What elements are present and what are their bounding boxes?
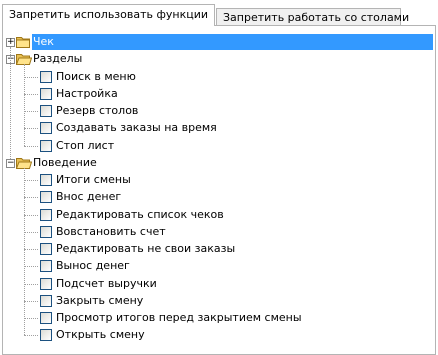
tree-item-label: Создавать заказы на время [56,121,217,135]
tree-item-label: Просмотр итогов перед закрытием смены [56,311,302,324]
tree-item[interactable]: Настройка [3,86,433,103]
tree-connector [24,93,38,95]
tree-item-label: Вынос денег [56,259,130,273]
tree-item[interactable]: Поиск в меню [3,69,433,86]
checkbox[interactable] [40,312,52,324]
checkbox[interactable] [40,329,52,342]
tree-connector [24,249,38,250]
tree-node-label: Поведение [33,155,97,169]
tree-item[interactable]: Подсчет выручки [3,276,433,293]
tree-connector [24,64,25,146]
checkbox[interactable] [40,243,52,255]
tree-item[interactable]: Резерв столов [3,103,433,120]
tree-node-2[interactable]: − Поведение [3,155,433,172]
tab-strip: Запретить использовать функции Запретить… [0,0,438,26]
tree-connector [24,128,38,130]
tree-connector [10,47,11,159]
tree-item[interactable]: Итоги смены [3,172,433,189]
tree-item-label: Настройка [56,86,118,100]
tree-connector [24,318,38,319]
tree-connector [24,145,38,147]
tree-item-label: Редактировать не свои заказы [56,242,236,255]
folder-icon [16,36,32,48]
tree-connector [24,231,38,233]
checkbox[interactable] [40,70,52,83]
tree-connector [24,300,38,302]
tree-item-label: Вовстановить счет [56,224,166,238]
tree-item-label: Резерв столов [56,104,139,117]
tab-disable-tables[interactable]: Запретить работать со столами [216,8,409,26]
tree-node-1[interactable]: − Разделы [3,51,433,68]
checkbox[interactable] [40,191,52,204]
tree-connector [24,111,38,112]
checkbox[interactable] [40,87,52,100]
tree-item-label: Стоп лист [56,138,115,152]
tree-item-label: Закрыть смену [56,293,144,307]
tree-item-label: Поиск в меню [56,69,136,83]
tree-connector [24,76,38,78]
expand-icon[interactable]: + [6,38,15,47]
tree-node-0[interactable]: + Чек [3,34,433,51]
tree-item[interactable]: Редактировать список чеков [3,207,433,224]
checkbox[interactable] [40,294,52,307]
checkbox[interactable] [40,225,52,238]
tree-connector [24,335,38,337]
tree-connector [24,167,25,336]
tree-node-label: Разделы [33,52,83,66]
tree-item[interactable]: Стоп лист [3,138,433,155]
tree-item-label: Открыть смену [56,328,145,342]
tree-item-label: Редактировать список чеков [56,207,224,221]
checkbox[interactable] [40,105,52,117]
tree-item-label: Подсчет выручки [56,276,157,290]
tree-item[interactable]: Вынос денег [3,258,433,275]
tree-connector [24,214,38,216]
tree-item[interactable]: Создавать заказы на время [3,120,433,137]
checkbox[interactable] [40,174,52,186]
tree-connector [24,197,38,199]
tree-connector [24,266,38,268]
tree-node-label: Чек [32,34,433,50]
tree-item[interactable]: Просмотр итогов перед закрытием смены [3,310,433,327]
tree-item-label: Внос денег [56,190,122,204]
tree-panel: + Чек − Разделы Поиск в меню Настройка Резерв … [2,25,436,355]
tab-disable-functions[interactable]: Запретить использовать функции [2,4,215,26]
tree-item-label: Итоги смены [56,173,131,186]
checkbox[interactable] [40,260,52,273]
tree-item[interactable]: Внос денег [3,189,433,206]
checkbox[interactable] [40,277,52,290]
tree-item[interactable]: Редактировать не свои заказы [3,241,433,258]
checkbox[interactable] [40,208,52,221]
tree-item[interactable]: Открыть смену [3,327,433,344]
tree-connector [24,283,38,285]
tree-item[interactable]: Вовстановить счет [3,224,433,241]
tree-connector [24,180,38,181]
tree-item[interactable]: Закрыть смену [3,293,433,310]
checkbox[interactable] [40,122,52,135]
collapse-icon[interactable]: − [6,158,15,168]
checkbox[interactable] [40,139,52,152]
